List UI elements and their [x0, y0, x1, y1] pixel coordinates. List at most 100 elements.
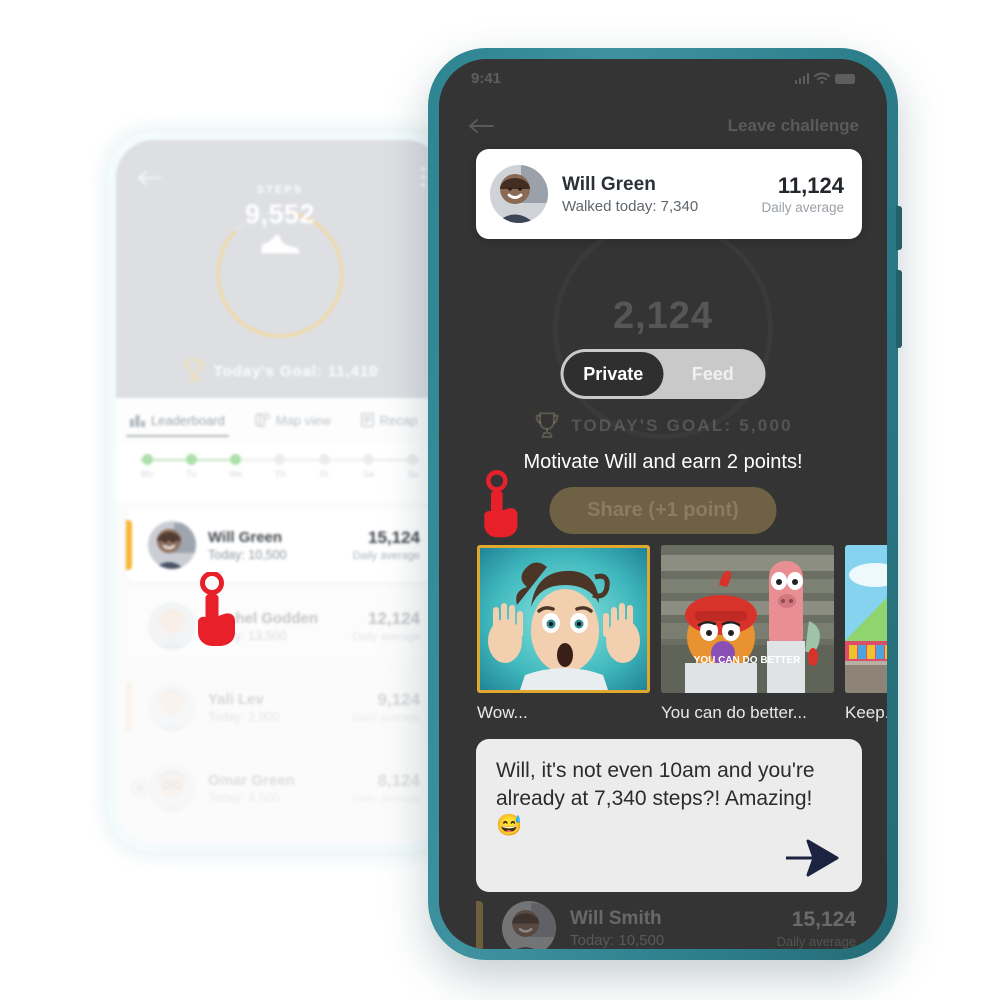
status-bar: 9:41	[439, 59, 887, 97]
leaderboard-icon	[130, 415, 145, 427]
table-row[interactable]: Will Smith Today: 10,500 15,124 Daily av…	[476, 887, 862, 949]
row-value-block: 9,124 Daily average	[353, 690, 434, 724]
week-day-label: Su	[407, 469, 419, 479]
row-value-block: 8,124 Daily average	[353, 771, 434, 805]
phone-volume-button[interactable]	[896, 206, 902, 250]
background-tab-bar: Leaderboard Map view Recap	[116, 398, 444, 442]
tab-recap-label: Recap	[379, 412, 418, 428]
toggle-option-feed[interactable]: Feed	[663, 352, 763, 396]
gif-label: Keep...	[845, 703, 887, 722]
tab-map-view[interactable]: Map view	[255, 398, 331, 442]
table-row[interactable]: 4 Omar Green Today: 4,500 8,124 Daily av…	[126, 751, 434, 825]
week-dot	[141, 454, 153, 465]
row-text-block: Omar Green Today: 4,500	[208, 772, 353, 805]
recap-icon	[360, 413, 374, 427]
privacy-toggle[interactable]: Private Feed	[560, 349, 766, 399]
row-value-block: 15,124 Daily average	[777, 908, 863, 949]
row-value-label: Daily average	[352, 550, 420, 562]
week-day-sa[interactable]: Sa	[356, 454, 382, 479]
avatar	[490, 165, 548, 223]
gif-option-you-can-do-better[interactable]: YOU CAN DO BETTER You can do better...	[661, 545, 834, 723]
gif-thumbnail[interactable]	[477, 545, 650, 693]
card-value-block: 11,124 Daily average	[761, 173, 844, 215]
week-day-label: Sa	[363, 469, 375, 479]
background-phone-screen: STEPS 9,552 Today's Goal: 11,410 Leaderb…	[116, 140, 444, 844]
row-value-label: Daily average	[352, 631, 420, 643]
trophy-icon	[535, 412, 559, 438]
row-value: 8,124	[377, 771, 420, 790]
gif-picker-strip[interactable]: Wow... YOU CAN DO BETTER You can do bett…	[477, 545, 887, 723]
row-value-label: Daily average	[352, 712, 420, 724]
leave-challenge-button[interactable]: Leave challenge	[728, 116, 859, 136]
gif-option-keep[interactable]: Keep...	[845, 545, 887, 723]
row-name: Will Smith	[570, 907, 662, 929]
background-goal-row: Today's Goal: 11,410	[116, 358, 444, 384]
row-today: Today: 10,500	[208, 547, 287, 562]
row-name: Will Green	[208, 528, 283, 546]
row-name: Yali Lev	[208, 690, 264, 708]
tap-cursor-leaderboard-row	[198, 572, 235, 646]
avatar	[148, 521, 196, 569]
background-steps-hero: STEPS 9,552 Today's Goal: 11,410	[116, 140, 444, 398]
avatar	[148, 602, 196, 650]
week-day-fr[interactable]: Fr	[311, 454, 337, 479]
ghost-step-count: 2,124	[612, 295, 714, 337]
card-walked-today: Walked today: 7,340	[562, 197, 699, 215]
status-bar-time: 9:41	[471, 69, 502, 87]
week-dot	[274, 454, 286, 465]
phone-power-button[interactable]	[896, 270, 902, 348]
ghost-goal-text: TODAY'S GOAL: 5,000	[571, 416, 793, 435]
map-pin-icon	[255, 413, 270, 427]
week-dot	[363, 454, 375, 465]
table-row[interactable]: Rachel Godden Today: 13,500 12,124 Daily…	[126, 589, 434, 663]
share-button[interactable]: Share (+1 point)	[549, 487, 777, 534]
send-arrow-icon[interactable]	[784, 838, 840, 878]
rank-badge: 4	[130, 778, 150, 798]
rank-accent-bar	[126, 520, 132, 570]
tab-leaderboard-label: Leaderboard	[151, 412, 225, 428]
rank-accent-bar	[126, 682, 132, 732]
gif-thumbnail[interactable]	[845, 545, 887, 693]
tab-map-view-label: Map view	[275, 412, 331, 428]
steps-value: 9,552	[244, 199, 316, 229]
gif-option-wow[interactable]: Wow...	[477, 545, 650, 723]
tab-leaderboard[interactable]: Leaderboard	[126, 398, 229, 442]
rank-accent-bar	[476, 901, 483, 949]
week-day-mo[interactable]: Mo	[134, 454, 160, 479]
week-day-label: Mo	[140, 469, 154, 479]
week-dot	[407, 454, 419, 465]
row-today: Today: 2,900	[208, 709, 280, 724]
week-dot	[185, 454, 197, 465]
table-row[interactable]: Yali Lev Today: 2,900 9,124 Daily averag…	[126, 670, 434, 744]
gif-label: Wow...	[477, 703, 528, 722]
toggle-option-private[interactable]: Private	[563, 352, 663, 396]
avatar	[502, 901, 556, 949]
background-week-strip: Mo Tu We Th Fr Sa Su	[116, 442, 444, 498]
card-daily-average-value: 11,124	[777, 173, 844, 198]
steps-label: STEPS	[256, 184, 304, 196]
message-input[interactable]: Will, it's not even 10am and you're alre…	[496, 757, 842, 840]
tap-cursor-gif	[484, 470, 518, 538]
row-today: Today: 10,500	[570, 931, 665, 949]
week-day-th[interactable]: Th	[267, 454, 293, 479]
ghost-goal-row: TODAY'S GOAL: 5,000	[439, 411, 887, 441]
message-compose-box[interactable]: Will, it's not even 10am and you're alre…	[476, 739, 862, 892]
week-day-we[interactable]: We	[223, 454, 249, 479]
user-summary-card: Will Green Walked today: 7,340 11,124 Da…	[476, 149, 862, 239]
week-day-tu[interactable]: Tu	[178, 454, 204, 479]
week-day-su[interactable]: Su	[400, 454, 426, 479]
row-value-block: 15,124 Daily average	[353, 528, 434, 562]
week-day-label: Th	[274, 469, 286, 479]
table-row[interactable]: Will Green Today: 10,500 15,124 Daily av…	[126, 508, 434, 582]
background-phone-mockup: STEPS 9,552 Today's Goal: 11,410 Leaderb…	[108, 132, 452, 852]
gif-thumbnail[interactable]: YOU CAN DO BETTER	[661, 545, 834, 693]
week-dot	[230, 454, 242, 465]
back-arrow-icon[interactable]	[467, 115, 495, 137]
row-value: 15,124	[791, 907, 856, 931]
tab-recap[interactable]: Recap	[360, 398, 418, 442]
gif-label: You can do better...	[661, 703, 807, 722]
row-value: 15,124	[368, 528, 420, 547]
row-value: 9,124	[377, 690, 420, 709]
gif-caption: YOU CAN DO BETTER	[694, 655, 801, 666]
row-today: Today: 4,500	[208, 790, 280, 805]
